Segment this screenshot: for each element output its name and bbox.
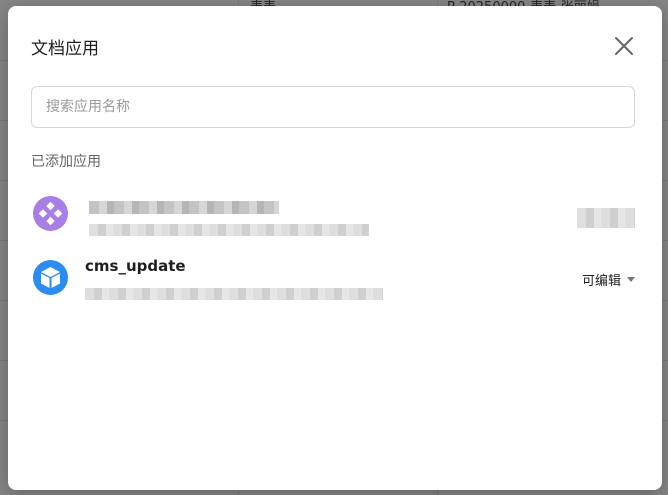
dialog-title: 文档应用 [31, 39, 99, 59]
obscured-app-name [89, 201, 279, 214]
section-label-added-apps: 已添加应用 [31, 154, 101, 170]
permission-label: 可编辑 [581, 274, 621, 289]
app-item[interactable] [31, 192, 635, 244]
close-icon [615, 37, 633, 55]
permission-dropdown[interactable]: 可编辑 [582, 270, 635, 289]
close-button[interactable] [613, 35, 635, 57]
caret-down-icon [627, 277, 635, 282]
obscured-app-description [85, 288, 383, 300]
cube-icon [41, 267, 60, 288]
search-input[interactable] [31, 86, 635, 128]
obscured-permission [577, 208, 635, 228]
diamond-grid-icon [38, 201, 63, 226]
obscured-app-description [89, 224, 369, 236]
app-icon [33, 260, 68, 295]
app-name: cms_update [85, 257, 186, 275]
document-apps-dialog: 文档应用 已添加应用 [8, 6, 662, 490]
app-item[interactable]: cms_update 可编辑 [31, 256, 635, 308]
app-icon [33, 196, 68, 231]
